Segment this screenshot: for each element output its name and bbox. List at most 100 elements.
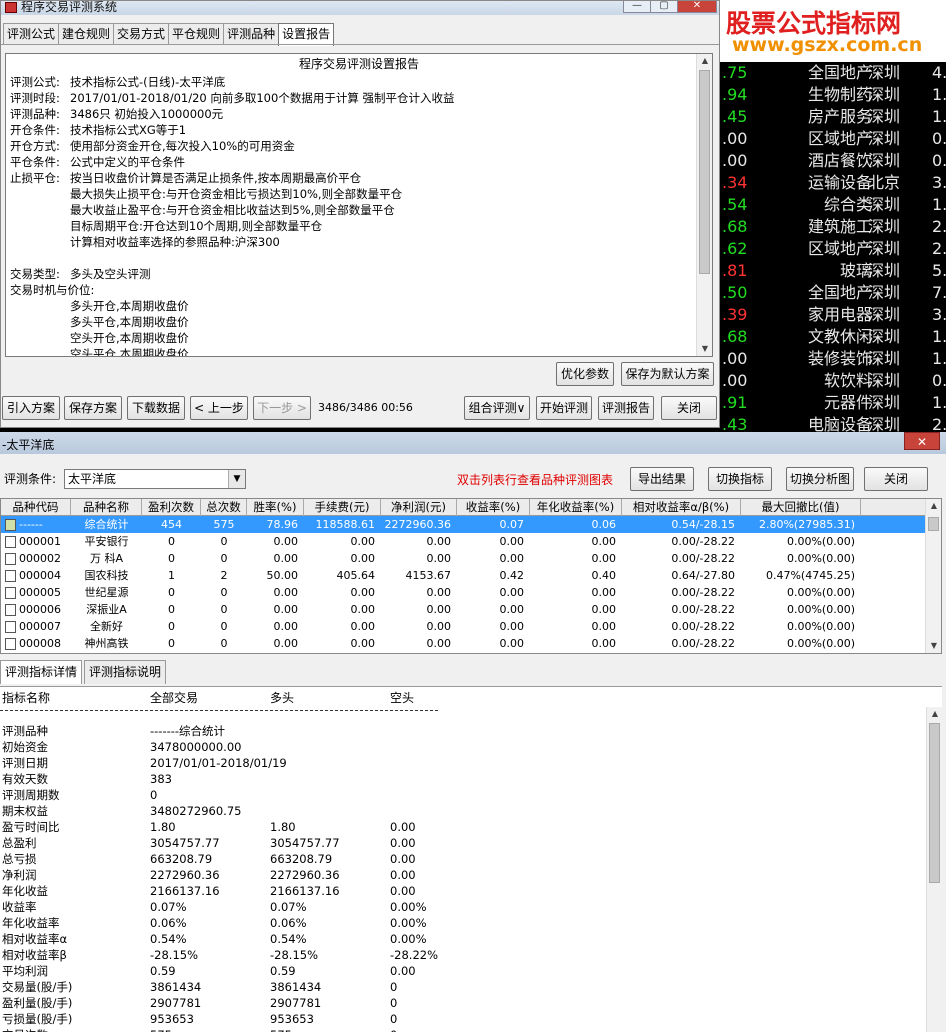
detail-value: 953653 [150,1012,194,1026]
scroll-thumb[interactable] [929,723,940,883]
table-row[interactable]: 000001 平安银行 0 0 0.00 0.00 0.00 0.00 0.00 0.00/-28… [1,533,927,550]
scroll-down-icon[interactable]: ▼ [926,639,941,653]
scroll-up-icon[interactable]: ▲ [697,54,712,68]
tab-2[interactable]: 交易方式 [113,23,170,45]
report-line-label: 开仓条件: [10,123,60,137]
row-checkbox[interactable] [5,604,16,616]
ticker-change: .75 [722,63,748,82]
export-results-button[interactable]: 导出结果 [630,467,694,491]
row-checkbox[interactable] [5,553,16,565]
table-cell: 0.00%(0.00) [786,552,855,565]
report-line-text: 2017/01/01-2018/01/20 向前多取100个数据用于计算 强制平… [70,91,455,105]
results-scrollbar[interactable]: ▲ ▼ [925,499,941,653]
table-row[interactable]: 000005 世纪星源 0 0 0.00 0.00 0.00 0.00 0.00 0.00/-28… [1,584,927,601]
column-header[interactable]: 净利润(元) [381,499,457,516]
detail-row: 交易量(股/手) 3861434 3861434 0 [0,979,930,995]
close-icon[interactable]: ✕ [677,1,717,13]
scroll-up-icon[interactable]: ▲ [926,499,941,513]
column-header[interactable]: 收益率(%) [457,499,530,516]
table-cell: 0 [220,535,228,548]
tab-1[interactable]: 建仓规则 [58,23,115,45]
detail-tab-1[interactable]: 评测指标说明 [84,660,167,684]
row-checkbox[interactable] [5,519,16,531]
maximize-icon[interactable]: ▢ [650,1,678,13]
table-cell: 0.00 [591,620,617,633]
table-row[interactable]: 000006 深振业A 0 0 0.00 0.00 0.00 0.00 0.00 0.00/-28… [1,601,927,618]
table-cell: 0.00 [426,586,452,599]
top-close-button[interactable]: 关闭 [661,396,717,420]
column-header[interactable]: 总次数 [201,499,247,516]
switch-chart-button[interactable]: 切换分析图 [786,467,854,491]
ticker-sector: 全国地产 [807,63,872,82]
next-step-button[interactable]: 下一步 > [253,396,311,420]
tab-0[interactable]: 评测公式 [3,23,60,45]
ticker-region: 深圳 [868,327,901,346]
detail-row: 亏损量(股/手) 953653 953653 0 [0,1011,930,1027]
column-header[interactable]: 相对收益率α/β(%) [622,499,741,516]
table-cell: 2.80%(27985.31) [758,518,855,531]
report-line-label: 止损平仓: [10,171,60,185]
ticker-sector: 房产服务 [807,107,872,126]
table-cell: 0.00 [350,586,376,599]
row-checkbox[interactable] [5,621,16,633]
table-row[interactable]: 000008 神州高铁 0 0 0.00 0.00 0.00 0.00 0.00 0.00/-28… [1,635,927,652]
report-line-label: 交易类型: [10,267,60,281]
chevron-down-icon[interactable]: ▼ [228,470,245,488]
column-header[interactable]: 品种名称 [71,499,142,516]
detail-header: 空头 [390,691,415,705]
ticker-region: 深圳 [868,239,901,258]
detail-row: 总亏损 663208.79 663208.79 0.00 [0,851,930,867]
prev-step-button[interactable]: < 上一步 [190,396,248,420]
column-header[interactable]: 年化收益率(%) [530,499,622,516]
row-checkbox[interactable] [5,536,16,548]
column-header[interactable]: 盈利次数 [142,499,201,516]
start-eval-button[interactable]: 开始评测 [536,396,592,420]
tab-3[interactable]: 平仓规则 [168,23,225,45]
column-header[interactable]: 品种代码 [1,499,71,516]
save-scheme-button[interactable]: 保存方案 [64,396,122,420]
scroll-thumb[interactable] [699,70,710,274]
scroll-up-icon[interactable]: ▲ [927,707,942,721]
save-default-button[interactable]: 保存为默认方案 [621,362,714,386]
result-close-icon[interactable]: ✕ [904,432,940,450]
detail-value: 3478000000.00 [150,740,242,754]
table-row[interactable]: 000007 全新好 0 0 0.00 0.00 0.00 0.00 0.00 0.00/-28.… [1,618,927,635]
ticker-row: .62 区域地产 深圳 2. [720,238,946,260]
table-cell: 0.54/-28.15 [671,518,735,531]
column-header[interactable]: 胜率(%) [247,499,304,516]
row-checkbox[interactable] [5,570,16,582]
import-scheme-button[interactable]: 引入方案 [2,396,60,420]
detail-tab-0[interactable]: 评测指标详情 [0,660,83,684]
table-cell: 0.00/-28.22 [671,637,735,650]
optimize-params-button[interactable]: 优化参数 [556,362,614,386]
table-cell: 0.00 [499,552,525,565]
eval-report-button[interactable]: 评测报告 [598,396,654,420]
table-cell: 0.00 [426,603,452,616]
column-header[interactable]: 手续费(元) [304,499,381,516]
combo-eval-button[interactable]: 组合评测∨ [464,396,530,420]
table-cell: 国农科技 [84,569,129,582]
detail-scrollbar[interactable]: ▲ [926,707,942,1032]
ticker-value: 3. [932,305,946,324]
table-row[interactable]: 000004 国农科技 1 2 50.00 405.64 4153.67 0.42 0.40 0.… [1,567,927,584]
table-cell: 0.00 [499,620,525,633]
table-cell: 000005 [19,586,61,599]
table-row[interactable]: 000002 万 科A 0 0 0.00 0.00 0.00 0.00 0.00 0.00/-28… [1,550,927,567]
tab-4[interactable]: 评测品种 [223,23,280,45]
tab-5[interactable]: 设置报告 [278,23,335,46]
table-row[interactable]: ------ 综合统计 454 575 78.96 118588.61 2272960.36… [1,516,927,533]
result-close-button[interactable]: 关闭 [864,467,928,491]
report-scrollbar[interactable]: ▲ ▼ [696,54,712,356]
detail-value: 0.00% [390,900,427,914]
switch-indicator-button[interactable]: 切换指标 [708,467,772,491]
minimize-icon[interactable]: — [623,1,651,13]
ticker-value: 5. [932,261,946,280]
scroll-down-icon[interactable]: ▼ [697,342,712,356]
eval-condition-select[interactable]: 太平洋底 ▼ [64,469,246,489]
download-data-button[interactable]: 下载数据 [127,396,185,420]
scroll-thumb[interactable] [928,517,939,531]
table-cell: 0.00 [426,552,452,565]
row-checkbox[interactable] [5,638,16,650]
column-header[interactable]: 最大回撤比(值) [741,499,861,516]
row-checkbox[interactable] [5,587,16,599]
